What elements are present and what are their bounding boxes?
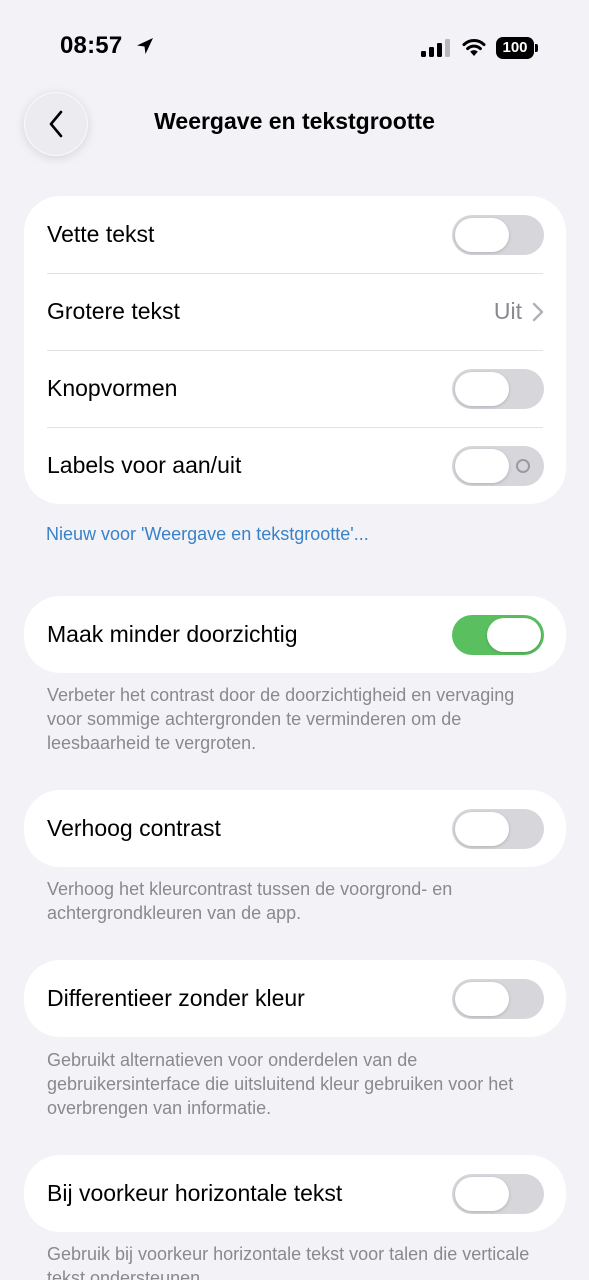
- row-label: Vette tekst: [47, 221, 155, 247]
- prefer-horizontal-group: Bij voorkeur horizontale tekst: [24, 1155, 566, 1232]
- toggle-knob: [455, 1176, 509, 1211]
- row-label: Bij voorkeur horizontale tekst: [47, 1180, 343, 1206]
- row-larger-text[interactable]: Grotere tekst Uit: [24, 273, 566, 350]
- toggle-knob: [455, 811, 509, 846]
- prefer-horizontal-footnote: Gebruik bij voorkeur horizontale tekst v…: [47, 1244, 530, 1280]
- cellular-signal-icon: [421, 39, 450, 57]
- battery-level: 100: [496, 37, 534, 59]
- toggle-knob: [455, 371, 509, 406]
- chevron-right-icon: [532, 302, 544, 321]
- increase-contrast-group: Verhoog contrast: [24, 790, 566, 867]
- text-options-group: Vette tekst Grotere tekst Uit Knopvormen…: [24, 196, 566, 504]
- toggle-knob: [487, 617, 541, 652]
- battery-cap: [535, 44, 538, 52]
- page-title: Weergave en tekstgrootte: [154, 108, 435, 134]
- toggle-knob: [455, 217, 509, 252]
- status-time: 08:57: [60, 32, 123, 59]
- button-shapes-toggle[interactable]: [452, 368, 544, 409]
- toggle-knob: [455, 448, 509, 483]
- reduce-transparency-group: Maak minder doorzichtig: [24, 596, 566, 673]
- row-differentiate-color: Differentieer zonder kleur: [24, 960, 566, 1037]
- row-label: Verhoog contrast: [47, 815, 221, 841]
- reduce-transparency-toggle[interactable]: [452, 614, 544, 655]
- wifi-icon: [462, 38, 486, 56]
- row-label: Grotere tekst: [47, 298, 180, 324]
- row-on-off-labels: Labels voor aan/uit: [24, 427, 566, 504]
- differentiate-color-footnote: Gebruikt alternatieven voor onderdelen v…: [47, 1050, 514, 1118]
- off-label-icon: [516, 458, 530, 473]
- increase-contrast-footnote: Verhoog het kleurcontrast tussen de voor…: [47, 879, 453, 923]
- prefer-horizontal-toggle[interactable]: [452, 1173, 544, 1214]
- row-label: Maak minder doorzichtig: [47, 621, 298, 647]
- increase-contrast-toggle[interactable]: [452, 808, 544, 849]
- row-button-shapes: Knopvormen: [24, 350, 566, 427]
- on-off-labels-toggle[interactable]: [452, 445, 544, 486]
- row-label: Labels voor aan/uit: [47, 452, 242, 478]
- differentiate-color-toggle[interactable]: [452, 978, 544, 1019]
- bold-text-toggle[interactable]: [452, 214, 544, 255]
- settings-screen: 08:57 100 Weergave en tekstgrootte Vette: [0, 0, 589, 1280]
- row-prefer-horizontal: Bij voorkeur horizontale tekst: [24, 1155, 566, 1232]
- row-label: Knopvormen: [47, 375, 178, 401]
- row-bold-text: Vette tekst: [24, 196, 566, 273]
- row-label: Differentieer zonder kleur: [47, 985, 305, 1011]
- toggle-knob: [455, 981, 509, 1016]
- row-value: Uit: [493, 298, 522, 324]
- whats-new-link[interactable]: Nieuw voor 'Weergave en tekstgrootte'...: [46, 524, 369, 545]
- row-reduce-transparency: Maak minder doorzichtig: [24, 596, 566, 673]
- row-increase-contrast: Verhoog contrast: [24, 790, 566, 867]
- battery-icon: 100: [496, 37, 538, 59]
- reduce-transparency-footnote: Verbeter het contrast door de doorzichti…: [47, 685, 515, 753]
- status-bar: 08:57 100: [0, 0, 589, 90]
- location-arrow-icon: [137, 38, 153, 54]
- differentiate-color-group: Differentieer zonder kleur: [24, 960, 566, 1037]
